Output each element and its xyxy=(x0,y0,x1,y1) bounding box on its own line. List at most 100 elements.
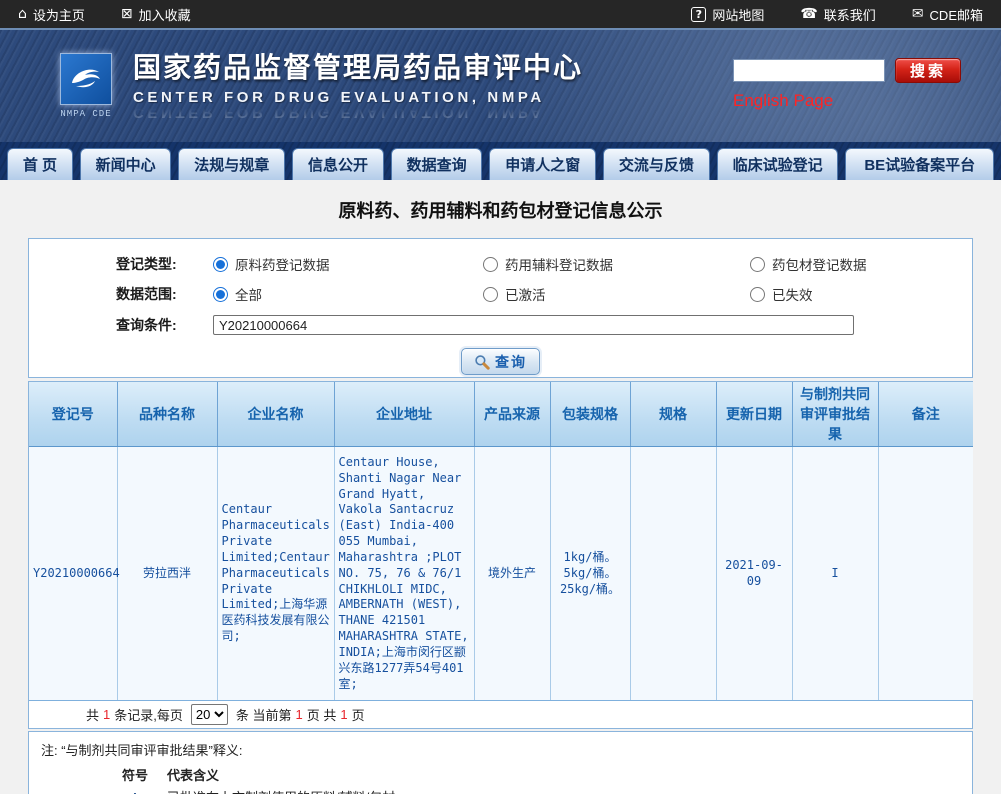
cell-product-source: 境外生产 xyxy=(474,446,551,702)
legend-header-symbol: 符号 xyxy=(121,768,148,784)
cell-joint-review-result: I xyxy=(792,446,879,702)
nav-tab-home[interactable]: 首 页 xyxy=(7,148,73,180)
table-header-row: 登记号 品种名称 企业名称 企业地址 产品来源 包装规格 规格 更新日期 与制剂… xyxy=(29,382,973,447)
top-utility-bar: ⌂ 设为主页 ⊠ 加入收藏 ? 网站地图 ☎ 联系我们 ✉ CDE邮箱 xyxy=(0,0,1001,30)
site-search-button[interactable]: 搜索 xyxy=(895,58,961,83)
pagination-unit-text: 条 当前第 xyxy=(235,708,292,724)
favorite-icon: ⊠ xyxy=(120,6,133,22)
query-condition-row: 查询条件: xyxy=(29,311,972,339)
site-header: NMPA CDE 国家药品监督管理局药品审评中心 CENTER FOR DRUG… xyxy=(0,30,1001,142)
scope-label: 数据范围: xyxy=(116,286,177,302)
col-joint-review-result: 与制剂共同审评审批结果 xyxy=(792,382,879,447)
legend-symbol-a: A xyxy=(113,787,157,794)
nav-tab-clinical-trial[interactable]: 临床试验登记 xyxy=(716,148,839,180)
pagination-total-count: 1 xyxy=(103,707,111,723)
col-spec: 规格 xyxy=(630,382,717,447)
nav-tab-feedback[interactable]: 交流与反馈 xyxy=(603,148,710,180)
cell-package-spec: 1kg/桶。5kg/桶。25kg/桶。 xyxy=(550,446,631,702)
site-title-en-reflection: CENTER FOR DRUG EVALUATION, NMPA xyxy=(133,103,545,121)
sitemap-label: 网站地图 xyxy=(712,7,765,23)
sitemap-link[interactable]: ? 网站地图 xyxy=(691,5,764,24)
nav-tab-regulations[interactable]: 法规与规章 xyxy=(178,148,286,180)
reg-type-radio-api[interactable] xyxy=(213,256,228,272)
header-search-area: 搜索 English Page xyxy=(733,58,983,111)
add-favorite-link[interactable]: ⊠ 加入收藏 xyxy=(121,5,191,24)
contact-link[interactable]: ☎ 联系我们 xyxy=(800,5,875,24)
query-submit-label: 查询 xyxy=(495,353,527,370)
table-row[interactable]: Y20210000664 劳拉西泮 Centaur Pharmaceutical… xyxy=(29,446,973,702)
legend-meaning-a: 已批准在上市制剂使用的原料/辅料/包材。 xyxy=(167,787,960,794)
col-product-source: 产品来源 xyxy=(474,382,551,447)
set-homepage-link[interactable]: ⌂ 设为主页 xyxy=(18,5,85,24)
scope-row: 数据范围: 全部 已激活 已失效 xyxy=(29,279,972,309)
results-table: 登记号 品种名称 企业名称 企业地址 产品来源 包装规格 规格 更新日期 与制剂… xyxy=(29,382,973,702)
scope-radio-expired[interactable] xyxy=(750,286,765,302)
col-reg-no: 登记号 xyxy=(29,382,118,447)
reg-type-option-packaging-label: 药包材登记数据 xyxy=(772,258,867,273)
pagination-current-page: 1 xyxy=(295,707,303,723)
legend-table: 符号 代表含义 A 已批准在上市制剂使用的原料/辅料/包材。 I 尚未通过与制剂… xyxy=(41,765,960,794)
cell-remark xyxy=(878,446,973,702)
site-titles: 国家药品监督管理局药品审评中心 CENTER FOR DRUG EVALUATI… xyxy=(133,46,583,121)
legend-header-meaning: 代表含义 xyxy=(167,768,220,784)
col-company-address: 企业地址 xyxy=(334,382,475,447)
nmpa-cde-logo[interactable]: NMPA CDE xyxy=(55,53,117,119)
site-title-en: CENTER FOR DRUG EVALUATION, NMPA xyxy=(133,88,545,106)
query-form: 登记类型: 原料药登记数据 药用辅料登记数据 药包材登记数据 数据范围: 全部 … xyxy=(28,238,973,378)
scope-radio-activated[interactable] xyxy=(483,286,498,302)
results-table-box: 登记号 品种名称 企业名称 企业地址 产品来源 包装规格 规格 更新日期 与制剂… xyxy=(28,381,973,730)
legend-notes-box: 注: “与制剂共同审评审批结果”释义: 符号 代表含义 A 已批准在上市制剂使用… xyxy=(28,731,973,794)
main-content: 原料药、药用辅料和药包材登记信息公示 登记类型: 原料药登记数据 药用辅料登记数… xyxy=(0,180,1001,794)
nav-tab-applicant-window[interactable]: 申请人之窗 xyxy=(489,148,597,180)
reg-type-label: 登记类型: xyxy=(116,256,177,272)
col-update-date: 更新日期 xyxy=(716,382,793,447)
legend-title: 注: “与制剂共同审评审批结果”释义: xyxy=(41,743,243,759)
home-icon: ⌂ xyxy=(18,6,27,22)
site-search-input[interactable] xyxy=(733,59,885,82)
page: ⌂ 设为主页 ⊠ 加入收藏 ? 网站地图 ☎ 联系我们 ✉ CDE邮箱 NMPA… xyxy=(0,0,1001,794)
col-package-spec: 包装规格 xyxy=(550,382,631,447)
query-condition-label: 查询条件: xyxy=(116,317,177,333)
pagination-records-text: 条记录,每页 xyxy=(114,708,183,724)
pagination-bar: 共 1 条记录,每页 20 条 当前第 1 页 共 1 页 xyxy=(29,701,972,729)
scope-option-all-label: 全部 xyxy=(235,288,262,303)
nav-tab-data-query[interactable]: 数据查询 xyxy=(390,148,483,180)
magnifier-icon xyxy=(475,354,490,370)
query-submit-button[interactable]: 查询 xyxy=(461,348,540,375)
query-condition-input[interactable] xyxy=(213,315,854,335)
reg-type-option-api[interactable]: 原料药登记数据 xyxy=(213,254,483,274)
topbar-left: ⌂ 设为主页 ⊠ 加入收藏 xyxy=(18,5,191,24)
nav-tab-info-disclosure[interactable]: 信息公开 xyxy=(292,148,384,180)
col-variety-name: 品种名称 xyxy=(117,382,218,447)
cell-variety-name: 劳拉西泮 xyxy=(117,446,218,702)
reg-type-option-packaging[interactable]: 药包材登记数据 xyxy=(750,254,972,274)
scope-option-expired[interactable]: 已失效 xyxy=(750,284,972,304)
reg-type-option-api-label: 原料药登记数据 xyxy=(235,258,330,273)
reg-type-radio-packaging[interactable] xyxy=(750,256,765,272)
scope-option-activated[interactable]: 已激活 xyxy=(483,284,750,304)
nav-tab-news[interactable]: 新闻中心 xyxy=(79,148,172,180)
reg-type-radio-excipient[interactable] xyxy=(483,256,498,272)
logo-bird-icon xyxy=(60,53,112,105)
col-company-name: 企业名称 xyxy=(217,382,335,447)
reg-type-option-excipient[interactable]: 药用辅料登记数据 xyxy=(483,254,750,274)
per-page-select[interactable]: 20 xyxy=(190,704,228,726)
logo-caption: NMPA CDE xyxy=(60,109,112,119)
query-button-row: 查询 xyxy=(29,348,972,375)
scope-radio-all[interactable] xyxy=(213,286,228,302)
cde-mail-label: CDE邮箱 xyxy=(929,7,983,23)
scope-option-expired-label: 已失效 xyxy=(772,288,813,303)
scope-option-all[interactable]: 全部 xyxy=(213,284,483,304)
pagination-total-prefix: 共 xyxy=(86,708,100,724)
page-title: 原料药、药用辅料和药包材登记信息公示 xyxy=(338,201,663,221)
reg-type-row: 登记类型: 原料药登记数据 药用辅料登记数据 药包材登记数据 xyxy=(29,249,972,279)
cell-reg-no: Y20210000664 xyxy=(29,446,120,702)
cde-mail-link[interactable]: ✉ CDE邮箱 xyxy=(912,5,983,24)
set-homepage-label: 设为主页 xyxy=(32,7,85,23)
english-page-link[interactable]: English Page xyxy=(733,91,833,111)
cell-company-name: Centaur Pharmaceuticals Private Limited;… xyxy=(217,446,335,702)
site-title-cn: 国家药品监督管理局药品审评中心 xyxy=(133,51,584,83)
add-favorite-label: 加入收藏 xyxy=(138,7,191,23)
reg-type-option-excipient-label: 药用辅料登记数据 xyxy=(505,258,613,273)
nav-tab-be-platform[interactable]: BE试验备案平台 xyxy=(845,148,995,180)
